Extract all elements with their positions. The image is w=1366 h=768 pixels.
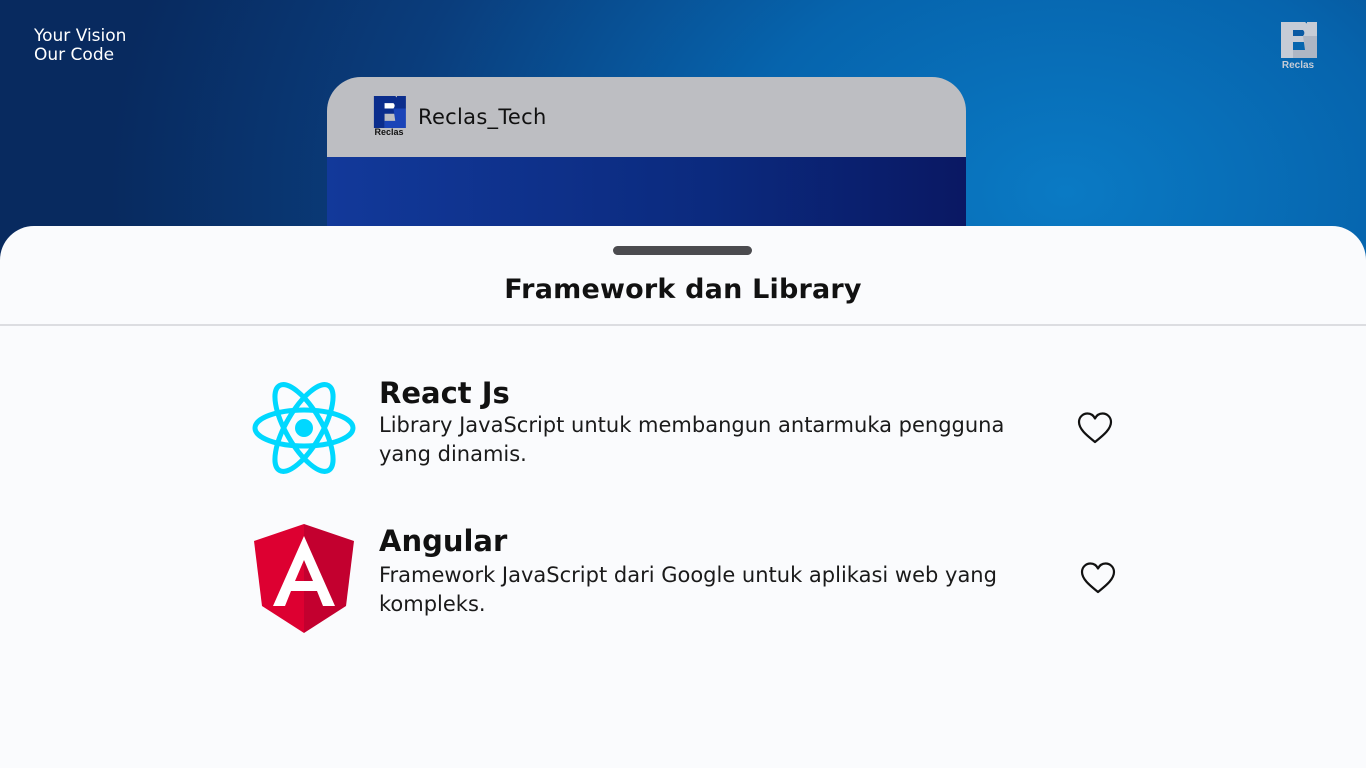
brand-word-header: Reclas (374, 127, 404, 137)
sheet-title: Framework dan Library (504, 274, 862, 305)
account-avatar: Reclas (371, 96, 407, 138)
brand-word-corner: Reclas (1281, 60, 1315, 71)
tagline: Your Vision Our Code (34, 27, 126, 65)
angular-logo-icon (254, 524, 354, 633)
list-item-react[interactable]: React Js Library JavaScript untuk memban… (250, 376, 1130, 486)
list-item-angular[interactable]: Angular Framework JavaScript dari Google… (250, 524, 1130, 634)
bottom-sheet: Framework dan Library React Js Library J… (0, 226, 1366, 768)
heart-outline-icon[interactable] (1076, 411, 1114, 445)
brand-logo-corner: Reclas (1278, 22, 1318, 74)
item-description: Framework JavaScript dari Google untuk a… (379, 563, 997, 616)
account-name[interactable]: Reclas_Tech (418, 105, 547, 129)
reclas-logo-icon (1281, 22, 1317, 58)
heart-outline-icon[interactable] (1079, 561, 1117, 595)
phone-mockup: Reclas Reclas_Tech (327, 77, 966, 247)
item-name: React Js (379, 376, 510, 410)
tagline-line-2: Our Code (34, 45, 115, 65)
reclas-logo-icon (373, 96, 406, 128)
phone-header: Reclas Reclas_Tech (327, 77, 966, 157)
divider (0, 324, 1366, 326)
sheet-drag-handle[interactable] (613, 246, 752, 255)
react-logo-icon (252, 382, 356, 474)
tagline-line-1: Your Vision (34, 26, 127, 46)
item-description: Library JavaScript untuk membangun antar… (379, 413, 1005, 466)
item-name: Angular (379, 524, 508, 558)
